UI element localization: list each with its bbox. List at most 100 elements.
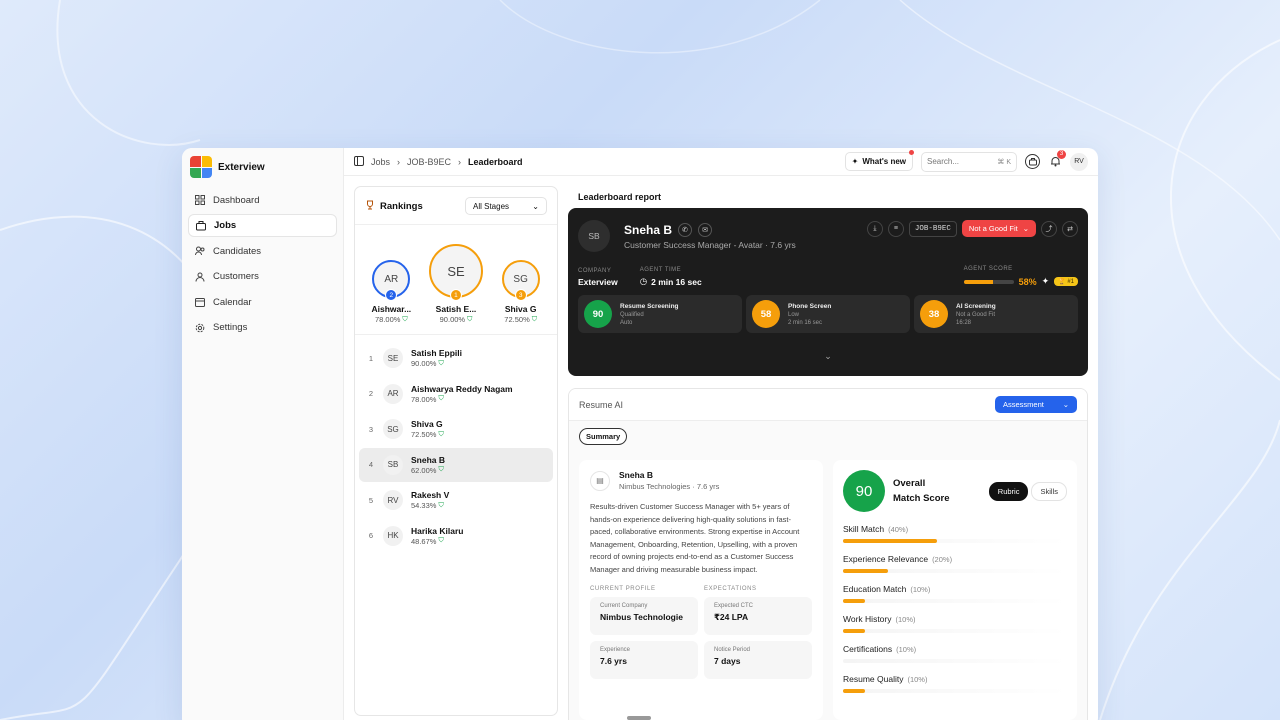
table-row[interactable]: 3 SG Shiva G 72.50% ⛉ (359, 412, 553, 446)
whats-new-button[interactable]: ✦ What's new (844, 150, 914, 171)
resume-ai-panel: Resume AI Assessment ⌄ Summary ▤ Sneha B… (568, 388, 1088, 720)
expand-chevron-icon[interactable]: ⌄ (824, 351, 832, 362)
sidebar-item-dashboard[interactable]: Dashboard (188, 189, 337, 212)
podium-name: Shiva G (504, 304, 537, 314)
brand-logo-icon (190, 156, 212, 178)
breadcrumb: Jobs › JOB-B9EC › Leaderboard (354, 155, 523, 168)
criteria-weight: (20%) (932, 555, 953, 564)
table-row[interactable]: 5 RV Rakesh V 54.33% ⛉ (359, 483, 553, 517)
podium-name: Aishwar... (371, 304, 412, 314)
table-row[interactable]: 1 SE Satish Eppili 90.00% ⛉ (359, 341, 553, 375)
chevron-down-icon: ⌄ (1062, 400, 1069, 409)
rank-score-value: 90.00% (411, 359, 437, 368)
podium-avatar: AR 2 (372, 260, 411, 301)
criteria-label: Education Match (10%) (843, 584, 1067, 594)
sidebar-item-settings[interactable]: Settings (188, 316, 337, 339)
stage-filter-select[interactable]: All Stages ⌄ (465, 197, 547, 215)
criteria-label: Skill Match (40%) (843, 524, 1067, 534)
podium-score-value: 72.50% (504, 315, 530, 324)
podium-score: 72.50% ⛉ (504, 315, 537, 324)
rank-number: 1 (368, 353, 374, 363)
rank-avatar: AR (383, 383, 403, 404)
company-value: Exterview (578, 277, 618, 287)
rank-score: 48.67% ⛉ (411, 537, 463, 546)
job-id-tag[interactable]: JOB-B9EC (908, 220, 957, 237)
logo-square (190, 156, 201, 167)
criteria-bar (843, 629, 1067, 633)
rank-name: Harika Kilaru (411, 525, 464, 536)
mail-icon[interactable]: ✉ (698, 222, 713, 237)
shield-check-icon: ⛉ (438, 430, 444, 438)
rank-number: 2 (368, 389, 374, 399)
criteria-fill (843, 569, 888, 573)
swap-icon[interactable]: ⇄ (1062, 220, 1078, 237)
breadcrumb-job-id[interactable]: JOB-B9EC (407, 157, 451, 167)
assessment-dropdown[interactable]: Assessment ⌄ (995, 396, 1077, 413)
table-row[interactable]: 2 AR Aishwarya Reddy Nagam 78.00% ⛉ (359, 377, 553, 411)
stage-card[interactable]: 38 AI Screening Not a Good Fit 16:28 (914, 295, 1078, 333)
podium-score-value: 78.00% (374, 315, 401, 324)
topbar: Jobs › JOB-B9EC › Leaderboard ✦ What's n… (344, 148, 1098, 176)
current-profile-label: CURRENT PROFILE (590, 586, 656, 592)
stage-status: Not a Good Fit (956, 311, 996, 318)
notes-icon[interactable]: ≡ (887, 220, 904, 237)
criteria-bar (843, 659, 1067, 663)
podium-rank-badge: 3 (514, 289, 527, 301)
podium-rank-2[interactable]: AR 2 Aishwar... 78.00% ⛉ (361, 260, 421, 324)
stage-card[interactable]: 58 Phone Screen Low 2 min 16 sec (746, 295, 910, 333)
breadcrumb-jobs[interactable]: Jobs (371, 157, 390, 167)
field-value: 7 days (714, 656, 741, 666)
podium-avatar: SE 1 (428, 244, 483, 301)
criteria-name: Certifications (843, 644, 893, 654)
rankings-title: Rankings (365, 200, 423, 213)
user-avatar[interactable]: RV (1070, 152, 1088, 171)
sidebar-toggle-icon[interactable] (354, 155, 364, 168)
sparkle-icon: ✦ (851, 157, 859, 166)
summary-tab[interactable]: Summary (579, 428, 628, 445)
criteria-label: Resume Quality (10%) (843, 674, 1067, 684)
candidate-card: SB Sneha B ✆ ✉ Customer Success Manager … (568, 208, 1088, 376)
scrollbar-thumb[interactable] (627, 716, 651, 720)
rank-avatar: RV (383, 490, 403, 511)
rank-chip: 🏆 #1 (1054, 277, 1078, 286)
shield-check-icon: ⛉ (438, 466, 444, 474)
rank-avatar: SE (383, 348, 403, 368)
notification-bell-icon[interactable]: 3 (1048, 149, 1066, 169)
report-panel: Leaderboard report SB Sneha B ✆ ✉ Custom… (568, 186, 1088, 720)
search-input[interactable]: Search... ⌘ K (921, 151, 1017, 172)
briefcase-circle-icon[interactable] (1025, 154, 1040, 169)
brand[interactable]: Exterview (188, 156, 337, 186)
sidebar-item-calendar[interactable]: Calendar (188, 291, 337, 314)
table-row[interactable]: 4 SB Sneha B 62.00% ⛉ (359, 447, 553, 482)
tab-skills[interactable]: Skills (1031, 481, 1067, 501)
report-title: Leaderboard report (578, 192, 662, 202)
field-label: Expected CTC (714, 603, 754, 609)
download-icon[interactable]: ⤓ (866, 220, 883, 237)
sidebar-item-jobs[interactable]: Jobs (188, 214, 337, 237)
status-label: Not a Good Fit (968, 224, 1018, 233)
field-value: ₹24 LPA (714, 612, 749, 622)
podium-rank-badge: 2 (385, 289, 398, 301)
podium-rank-1[interactable]: SE 1 Satish E... 90.00% ⛉ (426, 244, 486, 324)
rankings-panel: Rankings All Stages ⌄ AR 2 Aishwar... 78… (354, 186, 558, 716)
table-row[interactable]: 6 HK Harika Kilaru 48.67% ⛉ (359, 519, 553, 553)
sidebar-item-candidates[interactable]: Candidates (188, 240, 337, 263)
tab-rubric[interactable]: Rubric (988, 481, 1029, 501)
sidebar-item-customers[interactable]: Customers (188, 265, 337, 288)
chevron-down-icon: ⌄ (532, 201, 539, 211)
agent-time-label: AGENT TIME (639, 267, 682, 273)
podium-rank-3[interactable]: SG 3 Shiva G 72.50% ⛉ (491, 260, 551, 324)
rank-avatar: SG (383, 419, 403, 440)
sidebar-item-label: Calendar (213, 296, 252, 308)
share-icon[interactable]: ⤴ (1041, 220, 1057, 237)
rank-number: 3 (368, 424, 374, 434)
stage-card[interactable]: 90 Resume Screening Qualified Auto (578, 295, 742, 333)
criteria-fill (843, 629, 866, 633)
phone-icon[interactable]: ✆ (678, 222, 693, 237)
shield-check-icon: ⛉ (467, 315, 473, 323)
stage-status: Low (788, 311, 800, 318)
rank-score: 90.00% ⛉ (411, 359, 462, 368)
status-dropdown[interactable]: Not a Good Fit ⌄ (961, 220, 1036, 237)
profile-company: Nimbus Technologies · 7.6 yrs (619, 482, 720, 491)
field-expected-ctc: Expected CTC ₹24 LPA (704, 597, 812, 635)
